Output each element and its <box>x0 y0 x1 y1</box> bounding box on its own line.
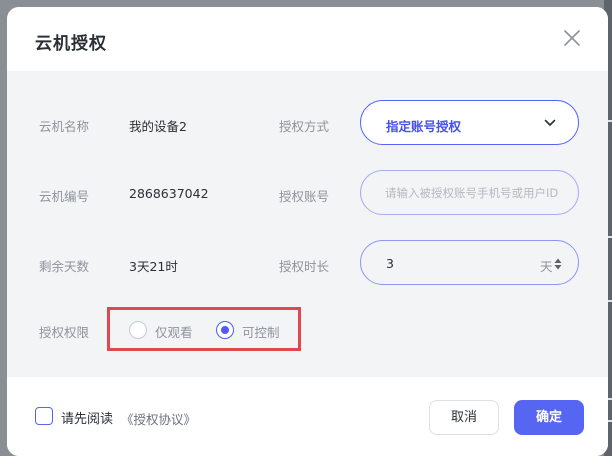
dialog-footer: 请先阅读 《授权协议》 取消 确定 <box>7 377 608 456</box>
close-icon[interactable] <box>562 28 582 48</box>
auth-account-input[interactable] <box>385 184 565 202</box>
auth-account-field[interactable] <box>360 170 579 215</box>
stepper-icon[interactable] <box>554 258 562 270</box>
permission-label: 授权权限 <box>39 325 90 340</box>
radio-view-only-label[interactable]: 仅观看 <box>155 322 193 341</box>
agree-text: 请先阅读 <box>61 412 114 427</box>
agree-checkbox[interactable] <box>35 407 53 425</box>
agreement-link[interactable]: 《授权协议》 <box>121 409 196 428</box>
remaining-days-label: 剩余天数 <box>39 259 90 274</box>
auth-duration-label: 授权时长 <box>279 259 330 274</box>
dialog-title: 云机授权 <box>35 34 107 54</box>
auth-duration-value[interactable]: 3 <box>386 256 394 271</box>
auth-dialog: 云机授权 云机名称 我的设备2 授权方式 指定账号授权 云机编号 2868637… <box>7 7 608 456</box>
device-name-value: 我的设备2 <box>129 119 187 134</box>
radio-view-only[interactable] <box>129 321 147 339</box>
remaining-days-value: 3天21时 <box>129 259 178 274</box>
auth-method-select[interactable]: 指定账号授权 <box>360 100 579 145</box>
auth-method-selected: 指定账号授权 <box>386 119 462 134</box>
device-id-value: 2868637042 <box>129 186 209 201</box>
auth-duration-unit: 天 <box>540 259 553 274</box>
dialog-body: 云机名称 我的设备2 授权方式 指定账号授权 云机编号 2868637042 授… <box>7 71 608 377</box>
dialog-header: 云机授权 <box>7 7 608 71</box>
cancel-button[interactable]: 取消 <box>429 400 499 435</box>
confirm-button[interactable]: 确定 <box>514 400 584 435</box>
radio-controllable[interactable] <box>216 321 234 339</box>
chevron-down-icon <box>544 119 556 126</box>
auth-account-label: 授权账号 <box>279 189 330 204</box>
auth-method-label: 授权方式 <box>279 119 330 134</box>
device-id-label: 云机编号 <box>39 189 90 204</box>
auth-duration-stepper[interactable]: 3 天 <box>360 240 579 285</box>
device-name-label: 云机名称 <box>39 119 90 134</box>
radio-controllable-label[interactable]: 可控制 <box>242 322 280 341</box>
